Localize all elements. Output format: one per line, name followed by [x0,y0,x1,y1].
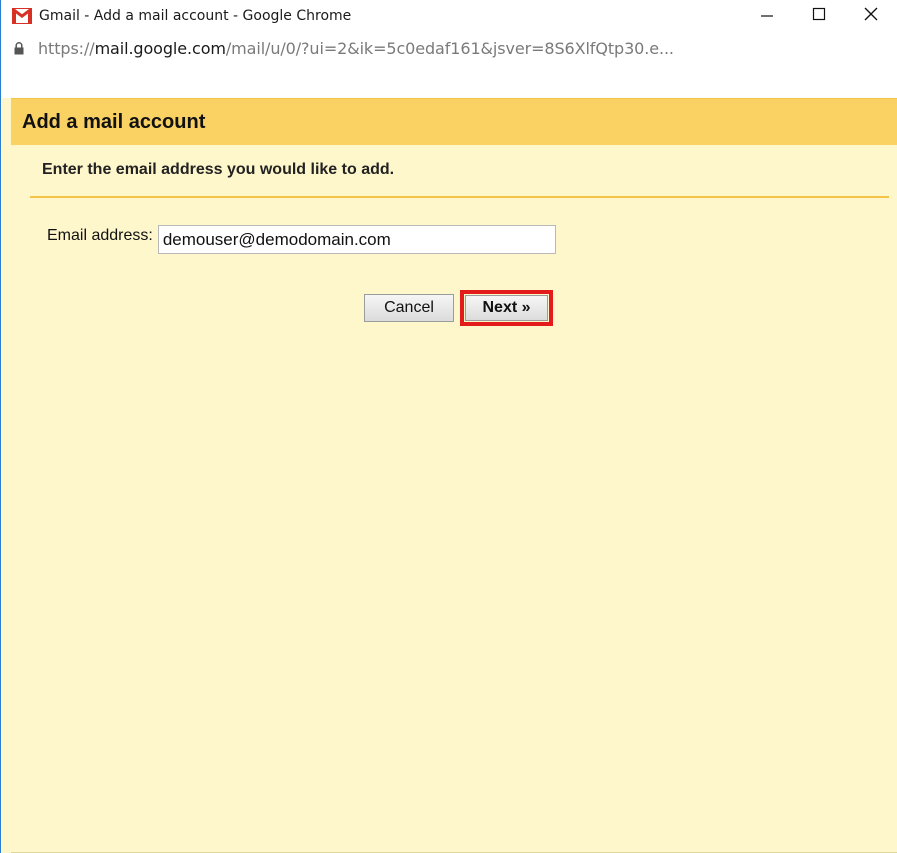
close-icon [863,6,879,27]
maximize-icon [812,7,826,26]
title-bar: Gmail - Add a mail account - Google Chro… [1,0,897,64]
window-title: Gmail - Add a mail account - Google Chro… [39,8,352,24]
instruction-text: Enter the email address you would like t… [42,161,395,178]
button-row: Cancel Next » [364,290,553,326]
divider [30,196,889,198]
url-text: https://mail.google.com/mail/u/0/?ui=2&i… [38,39,674,58]
browser-window: Gmail - Add a mail account - Google Chro… [0,0,897,853]
url-path: /mail/u/0/?ui=2&ik=5c0edaf161&jsver=8S6X… [225,38,674,58]
url-scheme: https:// [38,38,95,58]
minimize-icon [760,7,774,26]
window-controls [741,0,897,32]
minimize-button[interactable] [741,0,793,32]
email-field[interactable] [157,225,556,254]
email-row: Email address: [47,217,556,254]
lock-icon [14,41,24,55]
next-button[interactable]: Next » [465,295,548,321]
maximize-button[interactable] [793,0,845,32]
dialog-header: Add a mail account [11,98,897,145]
url-host: mail.google.com [94,38,226,58]
cancel-button[interactable]: Cancel [364,294,454,322]
address-bar[interactable]: https://mail.google.com/mail/u/0/?ui=2&i… [1,32,897,64]
close-button[interactable] [845,0,897,32]
gmail-logo-icon [12,8,32,24]
page-title: Add a mail account [22,110,206,133]
dialog-page: Add a mail account Enter the email addre… [2,98,897,853]
next-button-highlight: Next » [460,290,553,326]
email-label: Email address: [47,226,153,244]
